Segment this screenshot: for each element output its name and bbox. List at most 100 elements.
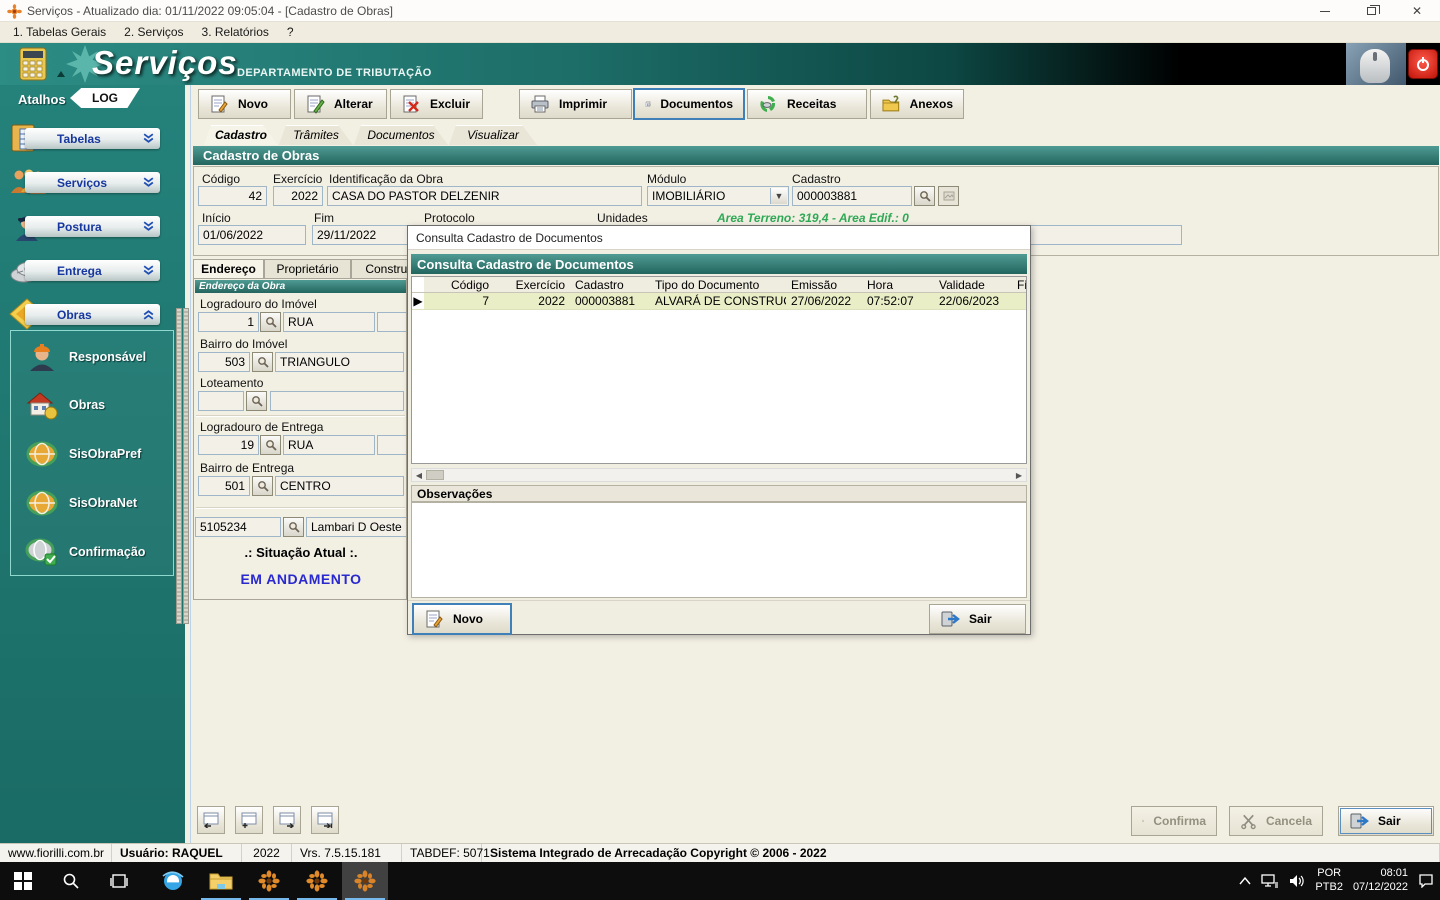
col-cadastro[interactable]: Cadastro	[570, 277, 650, 292]
novo-button[interactable]: Novo	[198, 89, 291, 119]
task-view-button[interactable]	[96, 862, 142, 900]
tab-visualizar[interactable]: Visualizar	[449, 125, 537, 145]
excluir-button[interactable]: Excluir	[390, 89, 483, 119]
bairro-imovel-code-field[interactable]: 503	[198, 352, 250, 372]
splitter-bars[interactable]	[176, 308, 190, 624]
subtab-proprietario[interactable]: Proprietário	[264, 259, 351, 278]
bairro-entrega-code-field[interactable]: 501	[198, 476, 250, 496]
exercicio-field[interactable]: 2022	[273, 186, 323, 206]
dialog-novo-button[interactable]: Novo	[412, 603, 512, 635]
menu-servicos[interactable]: 2. Serviços	[115, 23, 192, 41]
tab-tramites[interactable]: Trâmites	[279, 125, 353, 145]
receitas-button[interactable]: Receitas	[747, 89, 867, 119]
sair-button[interactable]: Sair	[1338, 806, 1434, 836]
identificacao-field[interactable]: CASA DO PASTOR DELZENIR	[327, 186, 642, 206]
col-validade[interactable]: Validade	[934, 277, 1012, 292]
logradouro-imovel-lookup-button[interactable]	[260, 312, 281, 332]
nav-next-button[interactable]	[273, 806, 301, 834]
chevron-down-icon[interactable]: ▼	[770, 188, 787, 204]
codigo-field[interactable]: 42	[198, 186, 267, 206]
loteamento-field[interactable]	[270, 391, 404, 411]
anexos-button[interactable]: Anexos	[870, 89, 964, 119]
loteamento-code-field[interactable]	[198, 391, 244, 411]
documentos-button[interactable]: Documentos	[633, 88, 745, 120]
cadastro-field[interactable]: 000003881	[792, 186, 912, 206]
logradouro-entrega-extra-field[interactable]	[377, 435, 406, 455]
taskbar-clock[interactable]: 08:01 07/12/2022	[1353, 867, 1408, 895]
subtab-endereco[interactable]: Endereço	[193, 259, 264, 278]
col-fin[interactable]: Fin	[1012, 277, 1026, 292]
language-indicator[interactable]: POR PTB2	[1315, 867, 1343, 895]
sidebar-item-sisobranet[interactable]: SisObraNet	[11, 483, 173, 523]
network-icon[interactable]	[1261, 874, 1279, 888]
nav-insert-button[interactable]	[235, 806, 263, 834]
action-center-icon[interactable]	[1418, 874, 1434, 888]
menu-tabelas-gerais[interactable]: 1. Tabelas Gerais	[4, 23, 115, 41]
alterar-button[interactable]: Alterar	[294, 89, 387, 119]
tray-expand-icon[interactable]	[1239, 877, 1251, 885]
loteamento-lookup-button[interactable]	[246, 391, 267, 411]
fim-field[interactable]: 29/11/2022	[312, 225, 408, 245]
municipio-field[interactable]: Lambari D Oeste	[306, 517, 406, 537]
municipio-lookup-button[interactable]	[283, 517, 304, 537]
power-button[interactable]	[1408, 49, 1438, 79]
inicio-field[interactable]: 01/06/2022	[198, 225, 306, 245]
cell-codigo: 7	[482, 294, 489, 308]
col-exercicio[interactable]: Exercício	[494, 277, 570, 292]
bairro-entrega-field[interactable]: CENTRO	[275, 476, 404, 496]
minimize-button[interactable]	[1302, 0, 1348, 22]
modulo-select[interactable]: IMOBILIÁRIO ▼	[647, 186, 789, 206]
logradouro-entrega-tipo-field[interactable]: RUA	[283, 435, 375, 455]
observacoes-textarea[interactable]	[411, 502, 1027, 598]
bairro-imovel-lookup-button[interactable]	[252, 352, 273, 372]
sidebar-item-obras-sub[interactable]: Obras	[11, 385, 173, 425]
dialog-titlebar[interactable]: Consulta Cadastro de Documentos	[408, 226, 1030, 250]
sidebar-item-entrega[interactable]: Entrega	[25, 260, 160, 281]
municipio-code-field[interactable]: 5105234	[195, 517, 281, 537]
menu-help[interactable]: ?	[278, 23, 303, 41]
start-button[interactable]	[0, 862, 46, 900]
col-tipo-documento[interactable]: Tipo do Documento	[650, 277, 786, 292]
internet-explorer-icon	[162, 871, 184, 890]
imprimir-button[interactable]: Imprimir	[519, 89, 632, 119]
speaker-icon[interactable]	[1289, 874, 1305, 888]
sidebar-item-confirmacao[interactable]: Confirmação	[11, 532, 173, 572]
col-emissao[interactable]: Emissão	[786, 277, 862, 292]
logradouro-imovel-tipo-field[interactable]: RUA	[283, 312, 375, 332]
taskbar-search-button[interactable]	[48, 862, 94, 900]
taskbar-app3-button[interactable]	[342, 862, 388, 900]
sidebar-item-tabelas[interactable]: Tabelas	[25, 128, 160, 149]
menu-relatorios[interactable]: 3. Relatórios	[193, 23, 278, 41]
sidebar-item-obras[interactable]: Obras	[25, 304, 160, 325]
taskbar-explorer-button[interactable]	[198, 862, 244, 900]
bairro-entrega-lookup-button[interactable]	[252, 476, 273, 496]
taskbar-ie-button[interactable]	[150, 862, 196, 900]
tab-documentos[interactable]: Documentos	[354, 125, 448, 145]
sidebar-item-servicos[interactable]: Serviços	[25, 172, 160, 193]
nav-last-button[interactable]	[311, 806, 339, 834]
logradouro-imovel-code-field[interactable]: 1	[198, 312, 259, 332]
horizontal-scrollbar[interactable]: ◀ ▶	[411, 468, 1027, 482]
logradouro-imovel-extra-field[interactable]	[377, 312, 406, 332]
tab-cadastro[interactable]: Cadastro	[204, 125, 278, 145]
bairro-imovel-field[interactable]: TRIANGULO	[275, 352, 404, 372]
close-button[interactable]: ✕	[1394, 0, 1440, 22]
table-row[interactable]: ▶ 7 2022 000003881 ALVARÁ DE CONSTRUÇ 27…	[412, 293, 1026, 310]
scroll-right-icon[interactable]: ▶	[1012, 469, 1026, 481]
col-codigo[interactable]: Código	[424, 277, 494, 292]
taskbar-app2-button[interactable]	[294, 862, 340, 900]
logradouro-entrega-lookup-button[interactable]	[260, 435, 281, 455]
maximize-button[interactable]	[1348, 0, 1394, 22]
scroll-left-icon[interactable]: ◀	[412, 469, 426, 481]
cadastro-lookup-button[interactable]	[914, 186, 935, 206]
col-hora[interactable]: Hora	[862, 277, 934, 292]
dialog-sair-button[interactable]: Sair	[929, 604, 1026, 634]
log-tab[interactable]: LOG	[70, 88, 140, 108]
logradouro-entrega-code-field[interactable]: 19	[198, 435, 259, 455]
taskbar-app1-button[interactable]	[246, 862, 292, 900]
scrollbar-thumb[interactable]	[426, 470, 444, 480]
sidebar-item-postura[interactable]: Postura	[25, 216, 160, 237]
sidebar-item-responsavel[interactable]: Responsável	[11, 337, 173, 377]
sidebar-item-sisobrapref[interactable]: SisObraPref	[11, 434, 173, 474]
nav-first-button[interactable]	[197, 806, 225, 834]
